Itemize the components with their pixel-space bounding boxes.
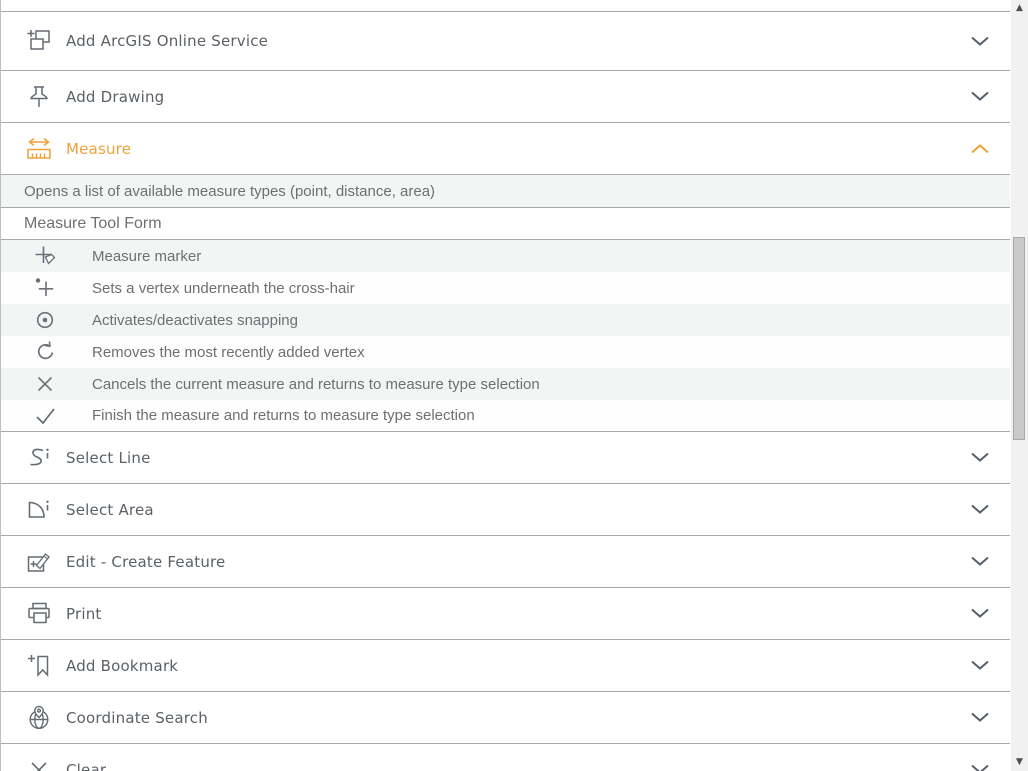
set-vertex-icon: [32, 276, 58, 300]
measure-tool-form-title: Measure Tool Form: [24, 215, 162, 233]
measure-tool-text: Finish the measure and returns to measur…: [92, 407, 475, 424]
measure-tool-row-marker: Measure marker: [1, 240, 1010, 272]
accordion-item-clear[interactable]: Clear: [1, 744, 1010, 771]
accordion-item-label: Edit - Create Feature: [66, 553, 226, 571]
chevron-down-icon: [971, 764, 989, 771]
measure-tool-row-finish: Finish the measure and returns to measur…: [1, 400, 1010, 432]
scroll-up-arrow-icon: ▲: [1016, 4, 1023, 13]
print-icon: [24, 601, 54, 627]
add-bookmark-icon: [24, 653, 54, 679]
accordion-item-print[interactable]: Print: [1, 588, 1010, 640]
undo-vertex-icon: [32, 340, 58, 364]
accordion-item-label: Select Line: [66, 449, 151, 467]
select-line-icon: [24, 445, 54, 471]
chevron-down-icon: [971, 556, 989, 567]
accordion-item-coordinate-search[interactable]: Coordinate Search: [1, 692, 1010, 744]
measure-tool-text: Measure marker: [92, 248, 201, 265]
accordion-item-select-line[interactable]: Select Line: [1, 432, 1010, 484]
chevron-down-icon: [971, 36, 989, 47]
measure-tool-row-snapping: Activates/deactivates snapping: [1, 304, 1010, 336]
accordion-item-label: Clear: [66, 761, 106, 771]
tool-accordion-panel: Add ArcGIS Online Service Add Drawing: [0, 0, 1028, 771]
coordinate-search-icon: [24, 705, 54, 731]
scrollbar-down-button[interactable]: ▼: [1011, 754, 1028, 771]
measure-tool-row-undo-vertex: Removes the most recently added vertex: [1, 336, 1010, 368]
clear-icon: [24, 757, 54, 771]
previous-row-partial: [1, 0, 1010, 12]
scrollbar-thumb[interactable]: [1013, 237, 1025, 440]
measure-description-row: Opens a list of available measure types …: [1, 175, 1010, 208]
add-arcgis-online-icon: [24, 28, 54, 54]
measure-tool-row-cancel: Cancels the current measure and returns …: [1, 368, 1010, 400]
accordion-item-label: Select Area: [66, 501, 154, 519]
scroll-down-arrow-icon: ▼: [1016, 758, 1023, 767]
chevron-up-icon: [971, 143, 989, 154]
accordion-item-label: Measure: [66, 140, 131, 158]
accordion-item-add-bookmark[interactable]: Add Bookmark: [1, 640, 1010, 692]
chevron-down-icon: [971, 712, 989, 723]
accordion-item-label: Print: [66, 605, 102, 623]
chevron-down-icon: [971, 504, 989, 515]
accordion-item-edit-create-feature[interactable]: Edit - Create Feature: [1, 536, 1010, 588]
measure-tool-row-set-vertex: Sets a vertex underneath the cross-hair: [1, 272, 1010, 304]
measure-tool-text: Activates/deactivates snapping: [92, 312, 298, 329]
chevron-down-icon: [971, 452, 989, 463]
measure-tool-text: Sets a vertex underneath the cross-hair: [92, 280, 355, 297]
accordion-item-select-area[interactable]: Select Area: [1, 484, 1010, 536]
accordion-item-label: Add Bookmark: [66, 657, 178, 675]
accordion-item-label: Add Drawing: [66, 88, 164, 106]
measure-tool-text: Removes the most recently added vertex: [92, 344, 365, 361]
chevron-down-icon: [971, 91, 989, 102]
cancel-measure-icon: [32, 372, 58, 396]
accordion-item-add-arcgis-online-service[interactable]: Add ArcGIS Online Service: [1, 12, 1010, 71]
accordion-item-add-drawing[interactable]: Add Drawing: [1, 71, 1010, 123]
chevron-down-icon: [971, 660, 989, 671]
measure-description-text: Opens a list of available measure types …: [24, 183, 435, 200]
chevron-down-icon: [971, 608, 989, 619]
finish-measure-icon: [32, 404, 58, 428]
measure-marker-icon: [32, 244, 58, 268]
scrollbar-up-button[interactable]: ▲: [1011, 0, 1028, 17]
measure-tool-form-row: Measure Tool Form: [1, 208, 1010, 240]
vertical-scrollbar[interactable]: ▲ ▼: [1011, 0, 1028, 771]
measure-tool-text: Cancels the current measure and returns …: [92, 376, 540, 393]
accordion-content: Add ArcGIS Online Service Add Drawing: [0, 0, 1010, 771]
measure-ruler-icon: [24, 136, 54, 162]
accordion-item-label: Coordinate Search: [66, 709, 208, 727]
edit-create-feature-icon: [24, 549, 54, 575]
snapping-icon: [32, 308, 58, 332]
accordion-item-measure[interactable]: Measure: [1, 123, 1010, 175]
pushpin-icon: [24, 84, 54, 110]
select-area-icon: [24, 497, 54, 523]
accordion-item-label: Add ArcGIS Online Service: [66, 32, 268, 50]
